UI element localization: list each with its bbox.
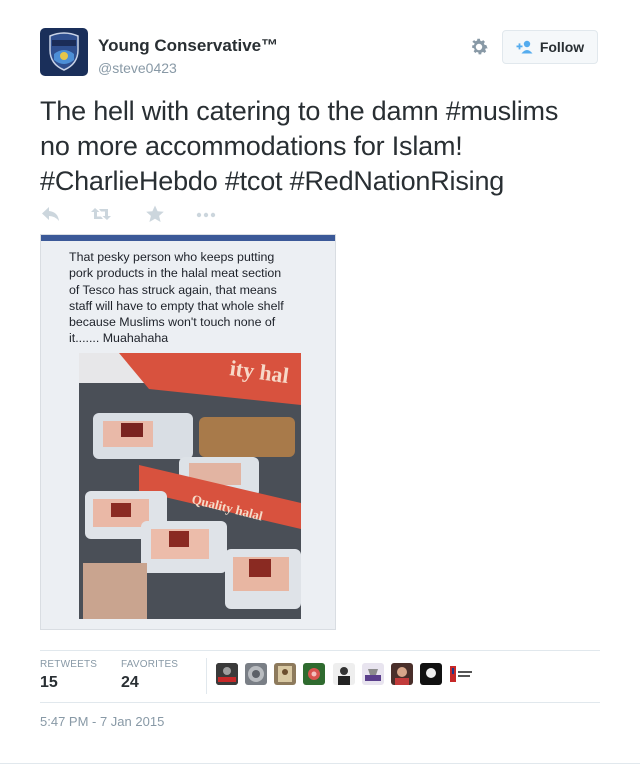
- stats-divider-vertical: [206, 658, 207, 694]
- favoriter-avatar[interactable]: [333, 663, 355, 685]
- follow-button[interactable]: Follow: [502, 30, 598, 64]
- favoriter-avatar[interactable]: [245, 663, 267, 685]
- caption-line: of Tesco has struck again, that means: [69, 282, 277, 297]
- caption-line: because Muslims won't touch none of: [69, 315, 276, 330]
- retweets-count[interactable]: 15: [40, 674, 58, 692]
- retweets-label[interactable]: RETWEETS: [40, 659, 97, 670]
- favorite-star-icon[interactable]: [144, 204, 166, 224]
- author-avatar[interactable]: [40, 28, 88, 76]
- favoriter-avatar[interactable]: [362, 663, 384, 685]
- retweet-icon[interactable]: [90, 204, 112, 224]
- caption-line: pork products in the halal meat section: [69, 266, 282, 281]
- caption-line: That pesky person who keeps putting: [69, 250, 275, 264]
- favorites-count[interactable]: 24: [121, 674, 139, 692]
- gear-icon[interactable]: [468, 36, 490, 58]
- add-user-icon: [516, 40, 533, 54]
- caption-line: staff will have to empty that whole shel…: [69, 298, 284, 313]
- reply-icon[interactable]: [40, 204, 62, 224]
- supermarket-shelf-photo: ity hal Quality halal: [79, 353, 301, 619]
- favorites-label[interactable]: FAVORITES: [121, 659, 178, 670]
- media-header-bar: [41, 235, 335, 241]
- author-handle[interactable]: @steve0423: [98, 60, 177, 76]
- favoriter-avatar[interactable]: [448, 663, 474, 685]
- media-caption: That pesky person who keeps putting pork…: [69, 249, 319, 347]
- favoriter-avatar[interactable]: [303, 663, 325, 685]
- follow-label: Follow: [539, 39, 585, 55]
- tweet-timestamp[interactable]: 5:47 PM - 7 Jan 2015: [40, 714, 164, 729]
- more-icon[interactable]: [195, 204, 217, 224]
- police-badge-logo: [49, 32, 79, 71]
- tweet-media-image[interactable]: That pesky person who keeps putting pork…: [40, 234, 336, 630]
- favoriter-avatar[interactable]: [274, 663, 296, 685]
- tweet-card: Young Conservative™ @steve0423 Follow Th…: [0, 0, 640, 764]
- favoriter-avatar[interactable]: [420, 663, 442, 685]
- tweet-line: no more accommodations for Islam!: [40, 131, 463, 161]
- stats-divider-bottom: [40, 702, 600, 703]
- author-name[interactable]: Young Conservative™: [98, 36, 278, 56]
- favoriter-avatar[interactable]: [391, 663, 413, 685]
- favoriter-avatar[interactable]: [216, 663, 238, 685]
- tweet-line: #CharlieHebdo #tcot #RedNationRising: [40, 166, 505, 196]
- caption-line: it....... Muahahaha: [69, 331, 169, 346]
- tweet-line: The hell with catering to the damn #musl…: [40, 96, 559, 126]
- tweet-text: The hell with catering to the damn #musl…: [40, 94, 610, 199]
- stats-divider-top: [40, 650, 600, 651]
